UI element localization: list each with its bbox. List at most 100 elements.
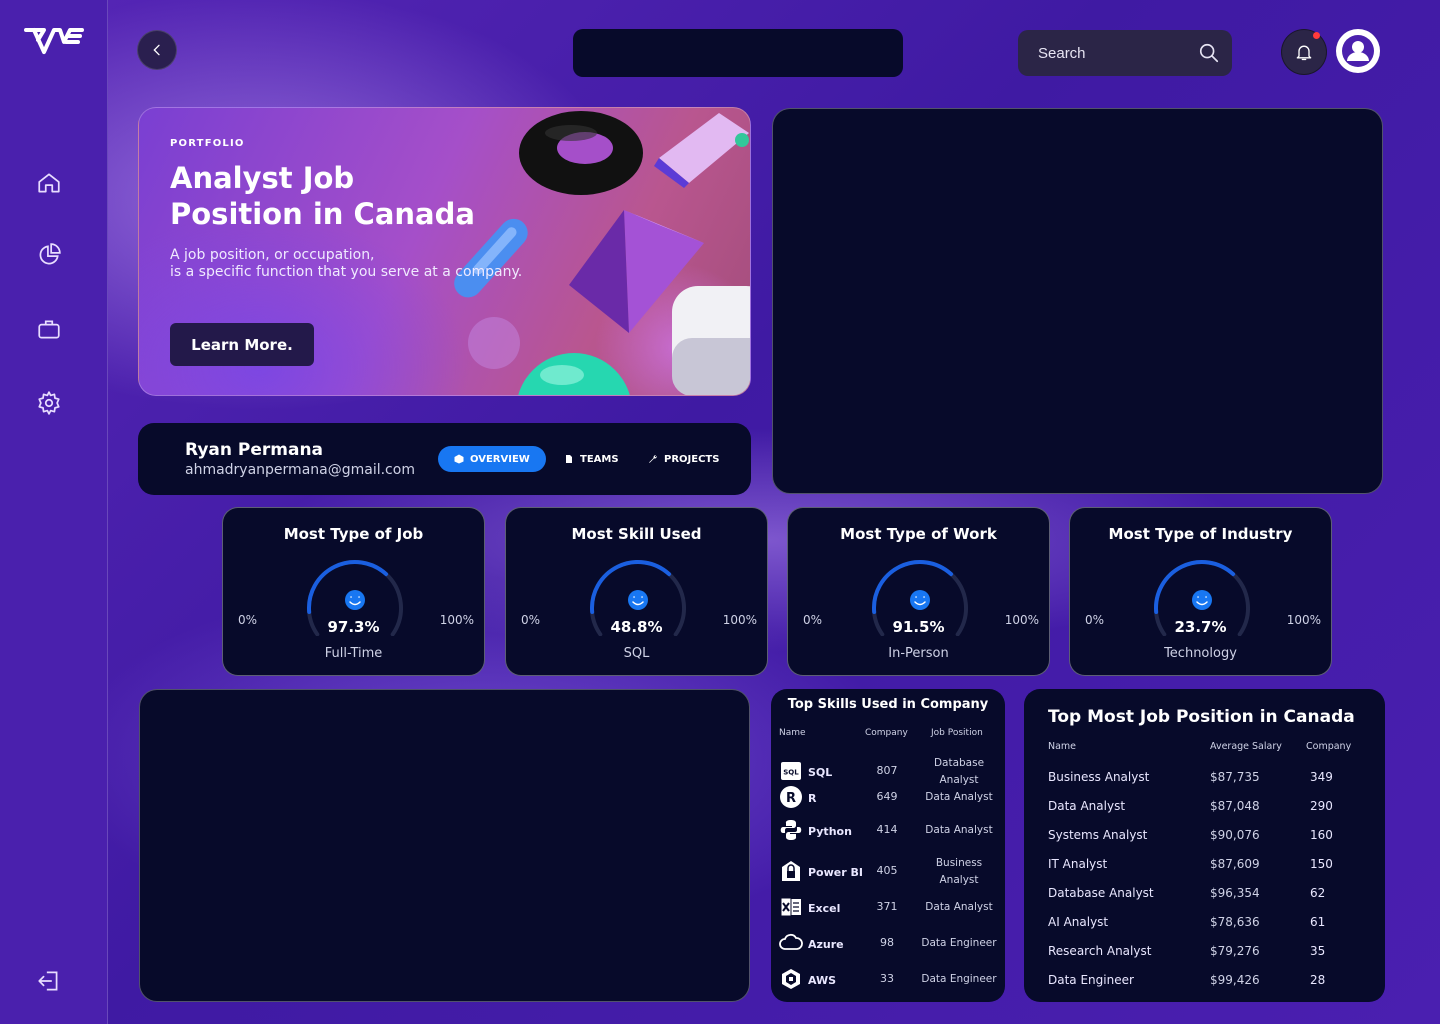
job-company-count: 28 [1310, 973, 1326, 987]
tab-teams[interactable]: TEAMS [548, 446, 635, 472]
skill-job-position: Database Analyst [915, 755, 1003, 789]
gauge-value: 91.5% [892, 618, 945, 636]
skills-title: Top Skills Used in Company [787, 697, 989, 712]
gauge-title: Most Skill Used [571, 525, 702, 543]
skill-company-count: 33 [880, 972, 894, 985]
skill-job-line: Data Analyst [925, 901, 993, 913]
skill-job-line: Data Analyst [925, 824, 993, 836]
smiley-icon [910, 590, 930, 610]
learn-more-button[interactable]: Learn More. [170, 323, 314, 366]
aws-icon [779, 967, 803, 991]
job-average-salary: $87,048 [1210, 799, 1260, 813]
skill-company-count: 98 [880, 936, 894, 949]
azure-icon [779, 931, 803, 955]
skill-company-count: 649 [876, 790, 898, 803]
skill-job-line: Data Analyst [925, 791, 993, 803]
skill-job-position: Business Analyst [915, 855, 1003, 889]
torus-shape [511, 108, 651, 212]
gauge-value: 48.8% [610, 618, 663, 636]
tab-label: PROJECTS [664, 453, 720, 465]
prism-shape [654, 108, 750, 192]
job-company-count: 349 [1310, 770, 1333, 784]
table-row: Python 414 Data Analyst [779, 820, 1003, 856]
right-placeholder-panel [772, 108, 1383, 494]
skill-name: SQL [808, 766, 833, 779]
gauge-title: Most Type of Job [283, 525, 424, 543]
search-icon[interactable] [1198, 42, 1220, 64]
job-average-salary: $99,426 [1210, 973, 1260, 987]
user-avatar-icon [1342, 35, 1374, 67]
gauge-label: Full-Time [324, 646, 383, 661]
bell-icon [1296, 45, 1312, 61]
profile-name: Ryan Permana [185, 440, 324, 460]
skill-job-position: Data Engineer [915, 935, 1003, 952]
job-company-count: 290 [1310, 799, 1333, 813]
skills-header-name: Name [779, 728, 806, 738]
job-name: Systems Analyst [1048, 828, 1148, 842]
notification-dot [1313, 32, 1320, 39]
skill-name: AWS [808, 974, 837, 987]
bubble-shape [464, 313, 524, 377]
skill-name: Python [808, 825, 852, 838]
job-average-salary: $79,276 [1210, 944, 1260, 958]
gauge-card: Most Type of Work 0% 100% 91.5% In-Person [787, 507, 1050, 676]
avatar[interactable] [1336, 29, 1380, 73]
profile-bar: Ryan Permana ahmadryanpermana@gmail.com … [138, 423, 751, 495]
table-row: R R 649 Data Analyst [779, 786, 1001, 823]
table-row: Research Analyst $79,276 35 [1048, 944, 1378, 964]
notifications-button[interactable] [1281, 29, 1327, 75]
excel-icon [779, 895, 803, 919]
briefcase-icon[interactable] [36, 316, 62, 342]
skill-job-position: Data Analyst [915, 822, 1003, 839]
skill-name: Excel [808, 902, 841, 915]
pie-chart-icon[interactable] [36, 242, 62, 268]
logout-icon[interactable] [36, 968, 62, 994]
brand-logo[interactable] [24, 22, 84, 62]
job-average-salary: $96,354 [1210, 886, 1260, 900]
skills-header-job: Job Position [931, 728, 983, 738]
sql-icon: SQL [779, 759, 803, 783]
skill-company-count: 807 [876, 764, 898, 777]
table-row: SQL SQL 807 Database Analyst [779, 757, 1001, 791]
cube-icon [454, 454, 464, 464]
smiley-icon [345, 590, 365, 610]
tab-projects[interactable]: PROJECTS [632, 446, 735, 472]
search-input[interactable] [1038, 44, 1188, 62]
home-icon[interactable] [36, 170, 62, 196]
table-row: Database Analyst $96,354 62 [1048, 886, 1378, 906]
job-name: Business Analyst [1048, 770, 1150, 784]
gauge-value: 23.7% [1174, 618, 1227, 636]
job-company-count: 62 [1310, 886, 1326, 900]
job-company-count: 150 [1310, 857, 1333, 871]
table-row: Data Engineer $99,426 28 [1048, 973, 1378, 993]
table-row: Power BI 405 Business Analyst [779, 857, 1001, 891]
table-row: AWS 33 Data Engineer [779, 969, 1001, 1005]
job-name: Database Analyst [1048, 886, 1154, 900]
skill-job-line: Analyst [939, 874, 979, 886]
settings-gear-icon[interactable] [36, 390, 62, 416]
skill-job-line: Analyst [939, 774, 979, 786]
chevron-left-icon [153, 44, 160, 56]
job-company-count: 61 [1310, 915, 1326, 929]
skill-job-line: Data Engineer [921, 973, 997, 985]
svg-text:R: R [786, 791, 796, 806]
top-skills-table: Top Skills Used in Company Name Company … [771, 689, 1005, 1002]
job-company-count: 160 [1310, 828, 1333, 842]
gauge-value: 97.3% [327, 618, 380, 636]
powerbi-icon [779, 859, 803, 883]
table-row: Excel 371 Data Analyst [779, 897, 1001, 933]
job-average-salary: $87,735 [1210, 770, 1260, 784]
job-name: AI Analyst [1048, 915, 1109, 929]
skill-job-line: Data Engineer [921, 937, 997, 949]
cube-shape [664, 278, 750, 395]
sidebar [0, 0, 108, 1024]
gauge-card: Most Type of Job 0% 100% 97.3% Full-Time [222, 507, 485, 676]
tab-overview[interactable]: OVERVIEW [438, 446, 546, 472]
job-average-salary: $90,076 [1210, 828, 1260, 842]
table-row: Systems Analyst $90,076 160 [1048, 828, 1378, 848]
back-button[interactable] [137, 30, 177, 70]
search-box[interactable] [1018, 30, 1232, 76]
jobs-header-company: Company [1306, 741, 1352, 752]
top-jobs-table: Top Most Job Position in Canada Name Ave… [1024, 689, 1385, 1002]
table-row: IT Analyst $87,609 150 [1048, 857, 1378, 877]
